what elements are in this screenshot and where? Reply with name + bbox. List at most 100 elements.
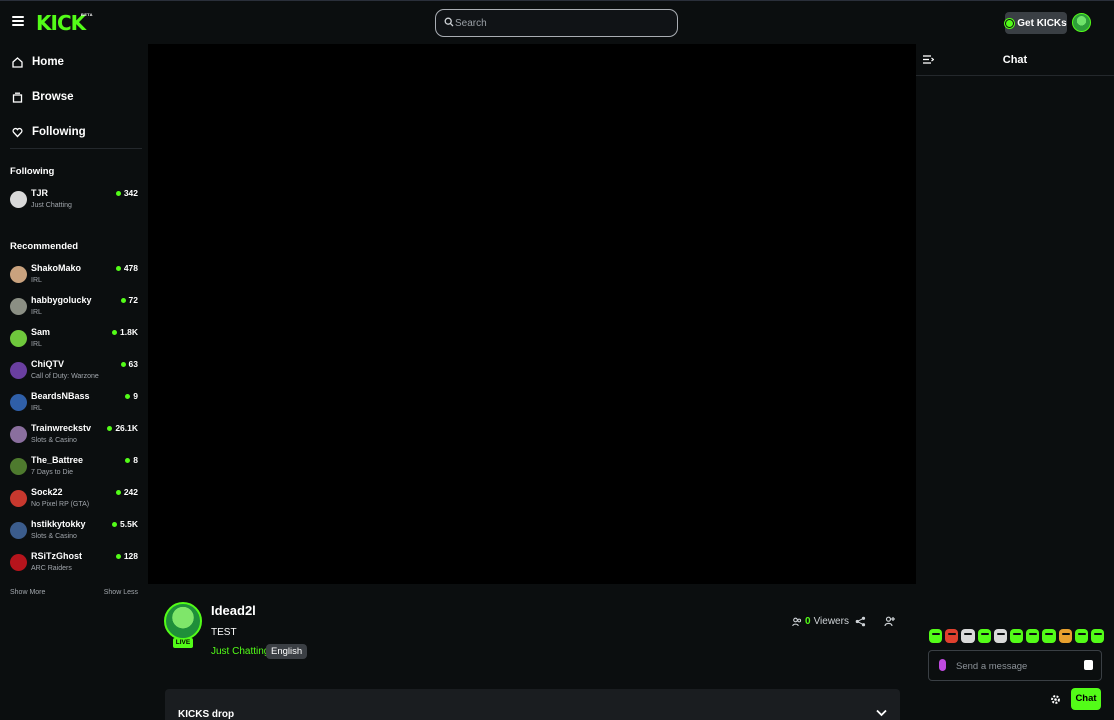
channel-avatar	[10, 426, 27, 443]
channel-avatar	[10, 490, 27, 507]
video-player[interactable]	[148, 44, 916, 584]
live-badge: LIVE	[173, 638, 193, 648]
sidebar-channel-tjr[interactable]: TJR Just Chatting 342	[10, 187, 138, 217]
channel-category: IRL	[31, 277, 42, 284]
channel-viewers: 26.1K	[107, 423, 138, 433]
viewers-label: Viewers	[813, 616, 849, 627]
live-dot-icon	[115, 190, 121, 196]
kick-logo[interactable]: KICK	[36, 11, 86, 35]
home-icon	[12, 56, 23, 68]
viewer-count: 9	[133, 391, 138, 401]
channel-viewers: 342	[115, 188, 138, 198]
sidebar-channel-chiqtv[interactable]: ChiQTV Call of Duty: Warzone 63	[10, 358, 138, 388]
beta-label: BETA	[81, 12, 93, 17]
emote-icon[interactable]	[1090, 629, 1105, 643]
emote-icon[interactable]	[1058, 629, 1072, 643]
channel-avatar	[10, 362, 27, 379]
chat-message-input[interactable]	[956, 659, 1081, 673]
emote-icon[interactable]	[945, 629, 959, 643]
user-plus-icon[interactable]	[884, 616, 895, 627]
channel-viewers: 5.5K	[112, 519, 138, 529]
show-more-link[interactable]: Show More	[10, 589, 45, 596]
microphone-icon[interactable]	[939, 659, 946, 671]
channel-category: Slots & Casino	[31, 533, 77, 540]
emote-icon[interactable]	[977, 629, 991, 643]
kicks-drop-panel[interactable]: KICKS drop	[165, 689, 900, 720]
sidebar-channel-beardsnbass[interactable]: BeardsNBass IRL 9	[10, 390, 138, 420]
chat-input-box[interactable]	[928, 650, 1102, 681]
channel-name: hstikkytokky	[31, 519, 86, 529]
chevron-down-icon[interactable]	[876, 709, 887, 717]
channel-avatar	[10, 394, 27, 411]
live-dot-icon	[120, 361, 126, 367]
nav-home-label: Home	[32, 56, 64, 68]
channel-category: 7 Days to Die	[31, 469, 74, 476]
emote-icon[interactable]	[1042, 629, 1056, 643]
channel-category: Just Chatting	[31, 202, 72, 209]
channel-avatar	[10, 191, 27, 208]
sidebar-channel-sock22[interactable]: Sock22 No Pixel RP (GTA) 242	[10, 486, 138, 516]
channel-name: ChiQTV	[31, 359, 64, 369]
viewer-count: 72	[128, 295, 138, 305]
channel-viewers: 242	[115, 487, 138, 497]
nav-home[interactable]: Home	[12, 53, 64, 71]
live-dot-icon	[112, 329, 118, 335]
streamer-name[interactable]: Idead2l	[211, 603, 256, 618]
nav-following[interactable]: Following	[12, 123, 86, 141]
nav-following-label: Following	[32, 126, 86, 138]
share-icon[interactable]	[855, 616, 866, 627]
channel-name: ShakoMako	[31, 263, 82, 273]
emote-bar	[929, 627, 1105, 645]
channel-category: No Pixel RP (GTA)	[31, 501, 90, 508]
channel-avatar	[10, 266, 27, 283]
sidebar-channel-the-battree[interactable]: The_Battree 7 Days to Die 8	[10, 454, 138, 484]
channel-category: IRL	[31, 405, 42, 412]
gear-icon[interactable]	[1050, 694, 1061, 705]
nav-browse[interactable]: Browse	[12, 88, 74, 106]
channel-viewers: 128	[115, 551, 138, 561]
channel-avatar	[10, 298, 27, 315]
sidebar-channel-trainwreckstv[interactable]: Trainwreckstv Slots & Casino 26.1K	[10, 422, 138, 452]
sidebar-divider	[10, 148, 142, 149]
search-box[interactable]	[435, 9, 678, 37]
viewer-count: 478	[123, 263, 138, 273]
emote-icon[interactable]	[1009, 629, 1024, 643]
show-less-link[interactable]: Show Less	[104, 589, 138, 596]
channel-avatar	[10, 330, 27, 347]
viewers-number: 0	[805, 616, 811, 627]
get-kicks-button[interactable]: Get KICKs	[1005, 12, 1067, 34]
menu-icon[interactable]	[12, 16, 24, 26]
channel-category: Slots & Casino	[31, 437, 77, 444]
sidebar-channel-hstikkytokky[interactable]: hstikkytokky Slots & Casino 5.5K	[10, 518, 138, 548]
heart-icon	[12, 127, 23, 137]
emote-icon[interactable]	[993, 629, 1007, 643]
viewer-count: 128	[123, 551, 138, 561]
channel-avatar	[10, 554, 27, 571]
emote-picker-icon[interactable]	[1084, 660, 1093, 670]
stream-category-link[interactable]: Just Chatting	[211, 646, 269, 657]
send-chat-button[interactable]: Chat	[1071, 688, 1101, 710]
nav-browse-label: Browse	[32, 91, 74, 103]
language-tag[interactable]: English	[266, 644, 308, 659]
channel-viewers: 63	[120, 359, 138, 369]
channel-viewers: 8	[125, 455, 138, 465]
search-input[interactable]	[455, 15, 665, 31]
emote-icon[interactable]	[929, 629, 943, 643]
emote-icon[interactable]	[1026, 629, 1040, 643]
sidebar-channel-sam[interactable]: Sam IRL 1.8K	[10, 326, 138, 356]
channel-viewers: 72	[120, 295, 138, 305]
channel-category: IRL	[31, 309, 42, 316]
user-avatar[interactable]	[1072, 13, 1091, 32]
viewer-count-display: 0 Viewers	[792, 616, 849, 627]
channel-avatar	[10, 522, 27, 539]
live-dot-icon	[115, 489, 121, 495]
live-dot-icon	[125, 393, 131, 399]
top-bar: KICK BETA Get KICKs	[0, 0, 1114, 44]
live-dot-icon	[120, 297, 126, 303]
sidebar-channel-habbygolucky[interactable]: habbygolucky IRL 72	[10, 294, 138, 324]
sidebar-channel-shakomako[interactable]: ShakoMako IRL 478	[10, 262, 138, 292]
emote-icon[interactable]	[961, 629, 975, 643]
emote-icon[interactable]	[1074, 629, 1088, 643]
streamer-avatar[interactable]	[164, 602, 202, 640]
sidebar-channel-rsitzghost[interactable]: RSiTzGhost ARC Raiders 128	[10, 550, 138, 580]
